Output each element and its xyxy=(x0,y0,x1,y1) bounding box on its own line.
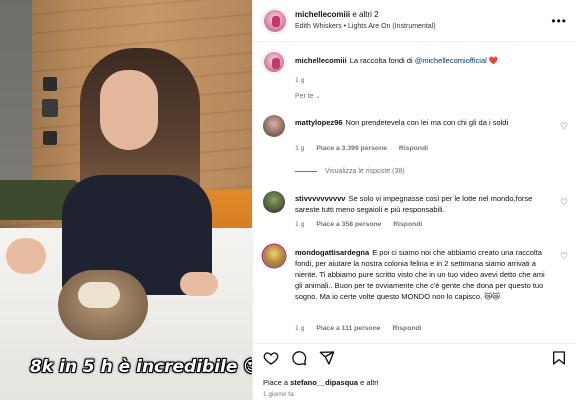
comment-likes[interactable]: Piace a 358 persone xyxy=(316,221,381,228)
share-icon[interactable] xyxy=(319,350,335,366)
media-caption-overlay: 8k in 5 h è incredibile 😍 xyxy=(30,357,252,377)
avatar[interactable] xyxy=(263,115,285,137)
heart-icon[interactable]: ♡ xyxy=(559,197,569,207)
avatar[interactable] xyxy=(263,8,287,33)
wall-switch xyxy=(43,77,57,91)
woman-face xyxy=(100,70,158,150)
chevron-down-icon: ⌄ xyxy=(315,94,321,100)
header-text: michellecomiii e altri 2 Edith Whiskers … xyxy=(295,9,436,33)
avatar[interactable] xyxy=(263,51,285,73)
comment-time: 1 g xyxy=(295,325,305,332)
heart-eyes-emoji: 😍 xyxy=(243,357,252,377)
comment-username[interactable]: stivvvvvvvvvv xyxy=(295,194,345,203)
likes-summary[interactable]: Piace a stefano__dipasqua e altri xyxy=(263,378,378,387)
wall-thermostat xyxy=(42,99,58,117)
view-replies-button[interactable]: Visualizza le risposte (38) xyxy=(295,168,405,175)
heart-icon[interactable] xyxy=(263,350,279,366)
author-username[interactable]: michellecomiii xyxy=(295,10,350,19)
comment-likes[interactable]: Piace a 3.399 persone xyxy=(316,145,387,152)
reply-button[interactable]: Rispondi xyxy=(392,325,421,332)
post-side-panel: michellecomiii e altri 2 Edith Whiskers … xyxy=(252,0,576,400)
likes-user[interactable]: stefano__dipasqua xyxy=(290,378,358,387)
heart-icon[interactable]: ♡ xyxy=(559,251,569,261)
instagram-post-view: 8k in 5 h è incredibile 😍 michellecomiii… xyxy=(0,0,576,400)
mention-link[interactable]: @michellecomiofficial xyxy=(415,56,487,65)
post-timestamp: 1 giorno fa xyxy=(263,391,294,398)
grey-wall xyxy=(0,0,32,200)
comment-time: 1 g xyxy=(295,221,305,228)
post-actions: Piace a stefano__dipasqua e altri 1 gior… xyxy=(253,343,576,400)
wall-switch xyxy=(43,131,57,145)
audio-track[interactable]: Edith Whiskers • Lights Are On (Instrume… xyxy=(295,21,436,33)
more-icon[interactable]: ••• xyxy=(551,14,567,28)
coauthors-link[interactable]: e altri 2 xyxy=(352,10,378,19)
woman-hand-left xyxy=(6,238,46,274)
avatar[interactable] xyxy=(263,191,285,213)
header-author[interactable]: michellecomiii e altri 2 xyxy=(295,9,436,21)
sort-label: Per te xyxy=(295,93,314,100)
view-replies-label: Visualizza le risposte (38) xyxy=(325,168,405,175)
avatar[interactable] xyxy=(263,245,285,267)
comments-section[interactable]: michellecomiii La raccolta fondi di @mich… xyxy=(253,43,576,343)
likes-suffix: e altri xyxy=(358,378,379,387)
comment-time: 1 g xyxy=(295,77,305,84)
comment-username[interactable]: mattylopez96 xyxy=(295,118,343,127)
comment-text: Non prendetevela con lei ma con chi gli … xyxy=(345,118,509,127)
comment-username[interactable]: mondogattisardegna xyxy=(295,248,369,257)
post-media[interactable]: 8k in 5 h è incredibile 😍 xyxy=(0,0,252,400)
reply-button[interactable]: Rispondi xyxy=(399,145,428,152)
reply-button[interactable]: Rispondi xyxy=(393,221,422,228)
bookmark-icon[interactable] xyxy=(551,350,567,366)
sort-dropdown[interactable]: Per te ⌄ xyxy=(295,93,321,100)
divider xyxy=(295,171,317,172)
comment-icon[interactable] xyxy=(291,350,307,366)
post-header: michellecomiii e altri 2 Edith Whiskers … xyxy=(253,0,576,42)
woman-hand-right xyxy=(180,272,218,296)
red-heart-emoji: ❤️ xyxy=(488,56,499,65)
comment-time: 1 g xyxy=(295,145,305,152)
heart-icon[interactable]: ♡ xyxy=(559,121,569,131)
likes-prefix: Piace a xyxy=(263,378,291,387)
action-icons xyxy=(263,350,335,366)
comment-likes[interactable]: Piace a 111 persone xyxy=(316,325,380,332)
sloth-plush-face xyxy=(78,282,120,308)
comment-text: La raccolta fondi di xyxy=(349,56,415,65)
comment-username[interactable]: michellecomiii xyxy=(295,56,347,65)
